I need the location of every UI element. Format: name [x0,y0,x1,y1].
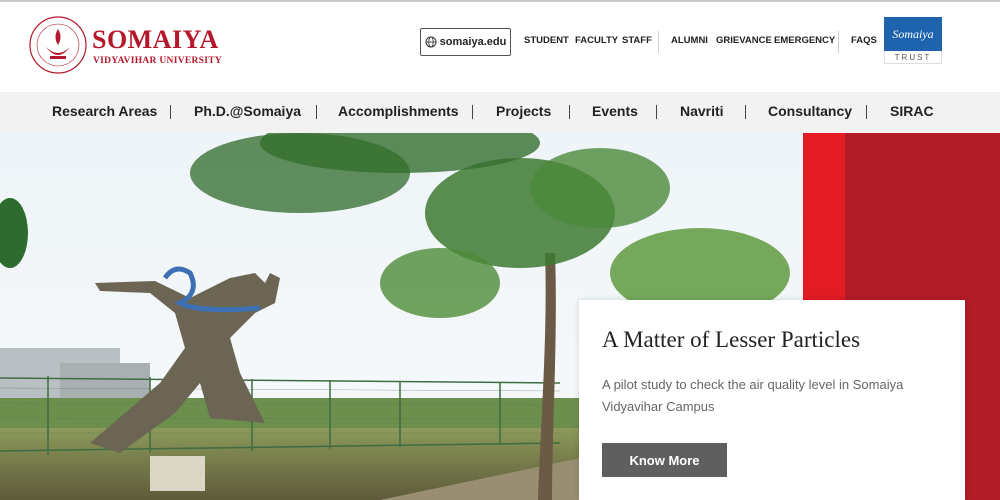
toplink-divider [658,31,659,53]
somaiya-emblem-icon [29,16,87,74]
watermark-title: Activate Windows [798,450,913,466]
somaiya-edu-button[interactable]: somaiya.edu [420,28,511,56]
domain-label: somaiya.edu [439,36,507,48]
nav-navriti[interactable]: Navriti [680,103,724,119]
nav-research-areas[interactable]: Research Areas [52,103,157,119]
link-student[interactable]: STUDENT [524,35,569,46]
hero-title: A Matter of Lesser Particles [602,327,861,352]
nav-separator [656,105,657,119]
nav-projects[interactable]: Projects [496,103,551,119]
nav-separator [745,105,746,119]
nav-separator [866,105,867,119]
know-more-button[interactable]: Know More [602,443,727,477]
link-staff[interactable]: STAFF [622,35,652,46]
nav-separator [472,105,473,119]
hero-banner: A Matter of Lesser Particles A pilot stu… [0,133,1000,500]
somaiya-trust-logo[interactable]: Somaiya TRUST [884,17,942,64]
nav-sirac[interactable]: SIRAC [890,103,934,119]
activate-windows-watermark: Activate Windows Go to Settings to activ… [798,450,956,480]
site-header: SOMAIYA VIDYAVIHAR UNIVERSITY somaiya.ed… [0,2,1000,92]
university-name: SOMAIYA [92,25,219,54]
toplink-divider [838,31,839,53]
hero-description: A pilot study to check the air quality l… [602,377,904,414]
nav-phd[interactable]: Ph.D.@Somaiya [194,103,301,119]
university-subtitle: VIDYAVIHAR UNIVERSITY [93,56,223,66]
trust-logo-top: Somaiya [884,17,942,51]
nav-accomplishments[interactable]: Accomplishments [338,103,459,119]
link-emergency[interactable]: EMERGENCY [774,35,835,46]
university-logo[interactable]: SOMAIYA VIDYAVIHAR UNIVERSITY [28,15,228,77]
nav-separator [316,105,317,119]
globe-icon [425,36,437,48]
watermark-subtitle: Go to Settings to activate Windows. [798,469,956,480]
main-navigation: Research Areas Ph.D.@Somaiya Accomplishm… [0,92,1000,133]
link-alumni[interactable]: ALUMNI [671,35,708,46]
link-faqs[interactable]: FAQS [851,35,877,46]
nav-consultancy[interactable]: Consultancy [768,103,852,119]
link-faculty[interactable]: FACULTY [575,35,618,46]
link-grievance[interactable]: GRIEVANCE [716,35,772,46]
nav-separator [569,105,570,119]
trust-logo-bottom: TRUST [884,51,942,64]
nav-separator [170,105,171,119]
nav-events[interactable]: Events [592,103,638,119]
